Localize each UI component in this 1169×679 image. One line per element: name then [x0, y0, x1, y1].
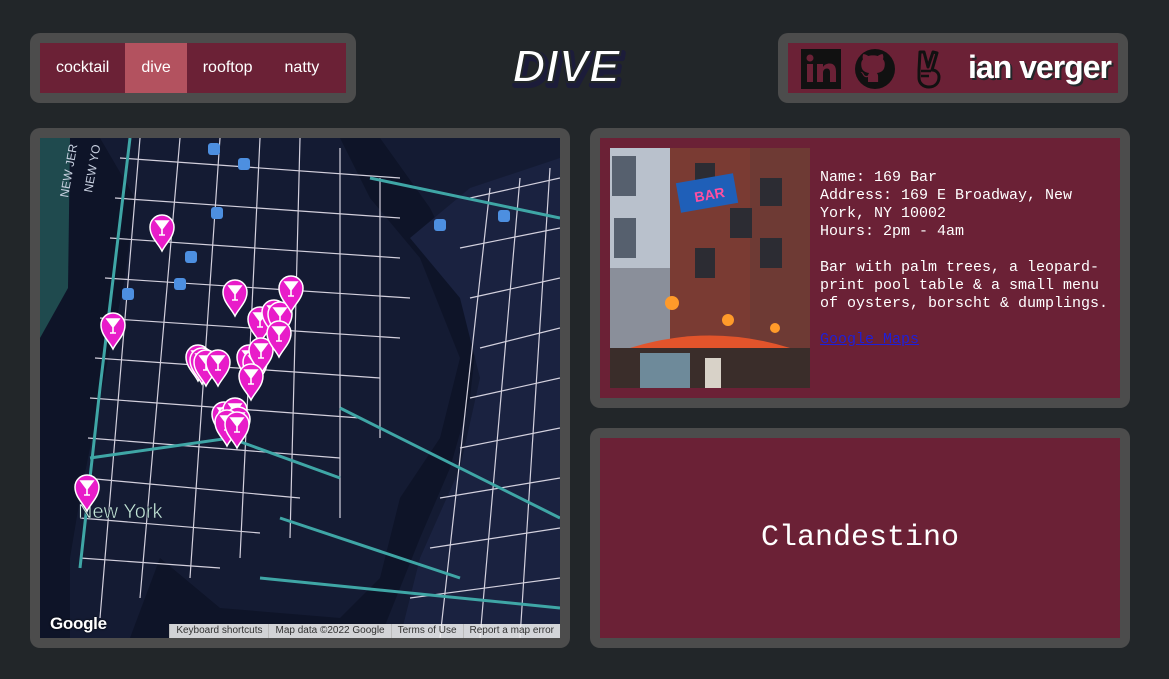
map-footer: Keyboard shortcuts Map data ©2022 Google…	[169, 624, 560, 638]
next-bar-panel[interactable]: Clandestino	[600, 438, 1120, 638]
svg-text:DIVE: DIVE	[512, 42, 621, 92]
bar-photo: BAR	[610, 148, 810, 388]
nav-cocktail-button[interactable]: cocktail	[40, 43, 125, 93]
social-frame: ian verger	[778, 33, 1128, 103]
github-icon[interactable]	[854, 48, 896, 90]
google-maps-link[interactable]: Google Maps	[820, 331, 919, 348]
map-frame: New York NEW JER NEW YO Google Keyboard …	[30, 128, 570, 648]
author-name[interactable]: ian verger	[968, 49, 1112, 86]
bar-name: Name: 169 Bar	[820, 169, 938, 186]
terms-of-use-link[interactable]: Terms of Use	[390, 624, 463, 638]
linkedin-icon[interactable]	[800, 48, 842, 90]
bar-description: Bar with palm trees, a leopard-print poo…	[820, 259, 1109, 312]
bar-details: Name: 169 Bar Address: 169 E Broadway, N…	[820, 169, 1115, 349]
map-data-credit: Map data ©2022 Google	[268, 624, 390, 638]
nav-natty-button[interactable]: natty	[269, 43, 336, 93]
peace-hand-icon[interactable]	[908, 48, 950, 90]
bar-hours: Hours: 2pm - 4am	[820, 223, 965, 240]
keyboard-shortcuts-link[interactable]: Keyboard shortcuts	[169, 624, 268, 638]
report-map-error-link[interactable]: Report a map error	[462, 624, 560, 638]
bar-info-panel: BAR Name: 169 Bar Address: 169 E Broadwa…	[600, 138, 1120, 398]
bar-map[interactable]: New York NEW JER NEW YO Google Keyboard …	[40, 138, 560, 638]
category-nav-frame: cocktail dive rooftop natty	[30, 33, 356, 103]
nav-rooftop-button[interactable]: rooftop	[187, 43, 269, 93]
next-bar-name[interactable]: Clandestino	[761, 521, 959, 555]
dive-logo: DIVE DIVE	[486, 39, 646, 98]
category-nav: cocktail dive rooftop natty	[40, 43, 346, 93]
bar-address: Address: 169 E Broadway, New York, NY 10…	[820, 187, 1073, 222]
bar-info-frame: BAR Name: 169 Bar Address: 169 E Broadwa…	[590, 128, 1130, 408]
nav-dive-button[interactable]: dive	[125, 43, 187, 93]
social-bar: ian verger	[788, 43, 1118, 93]
next-bar-frame: Clandestino	[590, 428, 1130, 648]
google-logo: Google	[50, 614, 107, 633]
